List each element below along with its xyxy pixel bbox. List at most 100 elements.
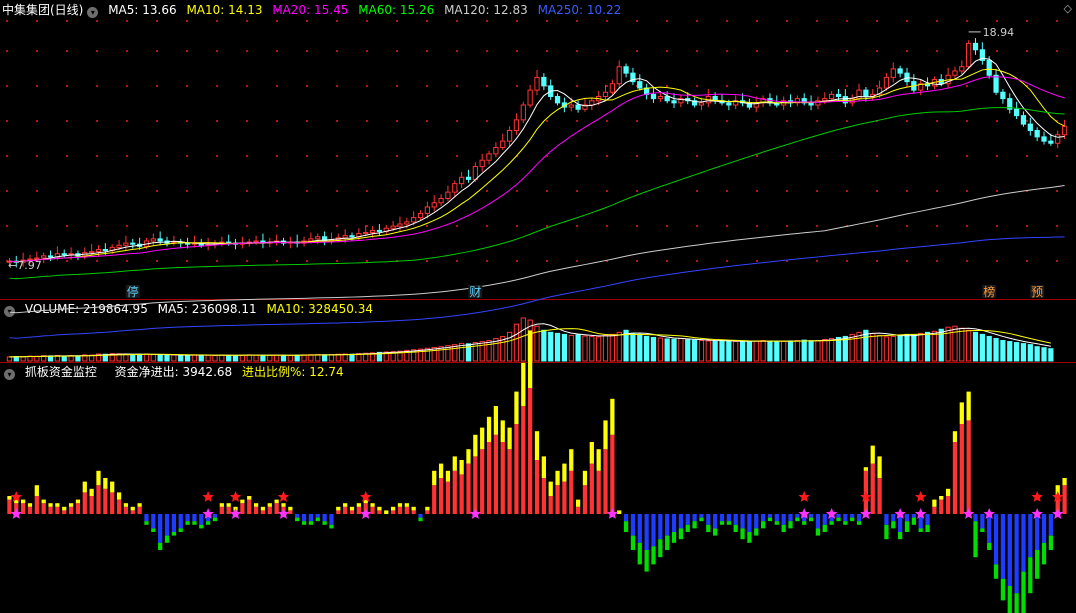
pink-star-marker xyxy=(860,508,872,519)
stock-chart[interactable]: 18.94 ←7.97 停 财 榜 预 xyxy=(0,0,1076,613)
grid-dot xyxy=(906,50,908,52)
grid-dot xyxy=(246,120,248,122)
ratio-bar xyxy=(966,391,971,421)
netflow-bar xyxy=(82,492,87,514)
candle-body xyxy=(41,255,47,259)
ratio-bar xyxy=(877,456,882,478)
netflow-bar xyxy=(343,506,348,514)
candle-body xyxy=(993,74,999,93)
ratio-bar xyxy=(726,521,731,525)
netflow-bar xyxy=(850,514,855,518)
volume-bar xyxy=(472,342,478,362)
ratio-bar xyxy=(336,506,341,511)
volume-bar xyxy=(733,341,739,362)
netflow-bar xyxy=(747,514,752,532)
netflow-bar xyxy=(719,514,725,522)
grid-dot xyxy=(426,85,428,87)
netflow-bar xyxy=(534,460,540,514)
ratio-bar xyxy=(562,463,567,482)
grid-dot xyxy=(876,260,878,262)
ratio-bar xyxy=(658,539,663,558)
ratio-bar xyxy=(68,503,74,507)
grid-dot xyxy=(906,20,908,22)
candle-body xyxy=(520,104,526,121)
volume-bar xyxy=(753,340,759,362)
grid-dot xyxy=(696,155,698,157)
grid-dot xyxy=(6,190,8,192)
ratio-bar xyxy=(301,521,307,525)
ratio-bar xyxy=(733,524,738,532)
netflow-bar xyxy=(55,506,60,514)
ratio-bar xyxy=(89,488,94,496)
ratio-bar xyxy=(404,503,409,507)
netflow-bar xyxy=(856,514,862,522)
volume-bar xyxy=(815,340,821,362)
ratio-bar xyxy=(349,506,355,511)
red-star-marker xyxy=(277,491,290,502)
grid-dot xyxy=(276,50,278,52)
ratio-bar xyxy=(418,517,423,522)
grid-dot xyxy=(276,190,278,192)
volume-bar xyxy=(1027,344,1033,362)
grid-dot xyxy=(816,85,818,87)
ratio-bar xyxy=(356,503,361,507)
ratio-bar xyxy=(569,449,574,471)
grid-dot xyxy=(846,120,848,122)
ratio-bar xyxy=(219,503,224,507)
netflow-bar xyxy=(500,442,505,514)
netflow-bar xyxy=(582,485,588,514)
ratio-bar xyxy=(96,470,101,486)
ratio-bar xyxy=(514,391,519,424)
ratio-bar xyxy=(62,506,67,511)
netflow-bar xyxy=(404,506,409,514)
candle-body xyxy=(513,119,520,131)
netflow-bar xyxy=(925,514,930,525)
volume-bar xyxy=(191,354,198,362)
ratio-bar xyxy=(891,521,896,529)
volume-bar xyxy=(520,317,526,362)
grid-dot xyxy=(696,120,698,122)
candle-body xyxy=(835,93,842,97)
candle-body xyxy=(863,89,869,97)
candle-body xyxy=(411,217,417,223)
ratio-bar xyxy=(1028,557,1033,594)
grid-dot xyxy=(36,85,38,87)
volume-bar xyxy=(274,354,280,362)
red-star-marker xyxy=(202,491,214,502)
grid-dot xyxy=(366,225,368,227)
event-badge-text: 停 xyxy=(127,284,139,299)
volume-bar xyxy=(774,341,780,362)
candle-body xyxy=(123,242,129,246)
grid-dot xyxy=(786,50,788,52)
volume-bar xyxy=(883,336,890,362)
volume-bar xyxy=(650,336,657,362)
grid-dot xyxy=(306,120,308,122)
ratio-bar xyxy=(843,521,848,525)
netflow-bar xyxy=(7,499,12,514)
volume-bar xyxy=(664,338,670,362)
volume-bar xyxy=(609,333,615,362)
ratio-bar xyxy=(644,550,649,572)
grid-dot xyxy=(456,20,458,22)
grid-dot xyxy=(96,190,98,192)
netflow-bar xyxy=(486,442,492,514)
grid-dot xyxy=(216,85,218,87)
netflow-bar xyxy=(123,506,129,514)
candle-body xyxy=(438,198,444,204)
ratio-bar xyxy=(788,521,793,529)
volume-bar xyxy=(301,354,307,362)
grid-dot xyxy=(696,190,698,192)
grid-dot xyxy=(156,190,158,192)
grid-dot xyxy=(216,50,218,52)
netflow-bar xyxy=(459,474,464,514)
grid-dot xyxy=(276,225,278,227)
ratio-bar xyxy=(706,524,711,532)
candle-body xyxy=(1041,136,1047,142)
ratio-bar xyxy=(322,521,327,525)
volume-bar xyxy=(787,340,794,362)
volume-bar xyxy=(698,340,705,362)
ratio-bar xyxy=(192,521,197,525)
netflow-bar xyxy=(877,478,882,514)
ratio-bar xyxy=(582,470,588,486)
netflow-bar xyxy=(62,510,67,514)
